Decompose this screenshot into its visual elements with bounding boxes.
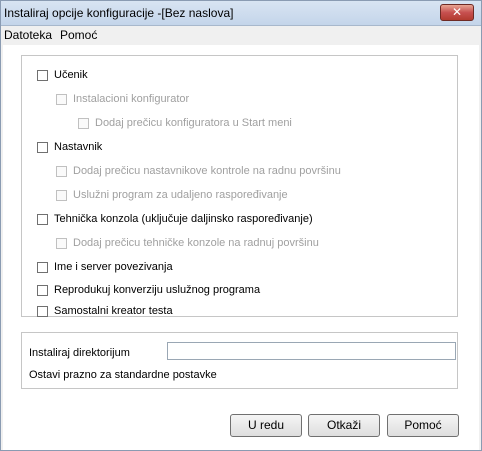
window-title: Instaliraj opcije konfiguracije -[Bez na… — [4, 6, 234, 20]
checkbox[interactable] — [37, 262, 48, 273]
checkbox[interactable] — [56, 166, 67, 177]
checkbox[interactable] — [78, 118, 89, 129]
checkbox[interactable] — [56, 94, 67, 105]
checkbox[interactable] — [37, 306, 48, 317]
ok-button[interactable]: U redu — [230, 414, 302, 437]
option-label: Dodaj prečicu nastavnikove kontrole na r… — [73, 165, 341, 177]
install-directory-label: Instaliraj direktorijum — [29, 347, 130, 359]
install-directory-hint: Ostavi prazno za standardne postavke — [29, 369, 217, 381]
close-button[interactable]: ✕ — [440, 4, 474, 21]
option-label: Dodaj prečicu tehničke konzole na radnuj… — [73, 237, 319, 249]
menu-bar: Datoteka Pomoć — [1, 26, 481, 44]
option-label: Samostalni kreator testa — [54, 305, 173, 317]
install-directory-input[interactable] — [167, 342, 456, 360]
options-group: Učenik Instalacioni konfigurator Dodaj p… — [21, 55, 458, 317]
option-label: Nastavnik — [54, 141, 103, 153]
checkbox[interactable] — [37, 70, 48, 81]
option-label: Reprodukuj konverziju uslužnog programa — [54, 284, 261, 296]
option-label: Učenik — [54, 69, 88, 81]
install-directory-group: Instaliraj direktorijum Ostavi prazno za… — [21, 332, 458, 389]
option-label: Dodaj prečicu konfiguratora u Start meni — [95, 117, 292, 129]
dialog-content: Učenik Instalacioni konfigurator Dodaj p… — [3, 45, 479, 450]
option-label: Tehnička konzola (uključuje daljinsko ra… — [54, 213, 313, 225]
menu-pomoc[interactable]: Pomoć — [60, 28, 97, 42]
option-label: Instalacioni konfigurator — [73, 93, 190, 105]
close-icon: ✕ — [451, 5, 463, 19]
cancel-button[interactable]: Otkaži — [308, 414, 380, 437]
configuration-window: Instaliraj opcije konfiguracije -[Bez na… — [0, 0, 482, 451]
checkbox[interactable] — [37, 142, 48, 153]
title-bar[interactable]: Instaliraj opcije konfiguracije -[Bez na… — [1, 1, 481, 26]
option-label: Uslužni program za udaljeno raspoređivan… — [73, 189, 288, 201]
option-label: Ime i server povezivanja — [54, 261, 173, 273]
checkbox[interactable] — [37, 285, 48, 296]
help-button[interactable]: Pomoć — [387, 414, 459, 437]
checkbox[interactable] — [56, 190, 67, 201]
menu-datoteka[interactable]: Datoteka — [4, 28, 52, 42]
checkbox[interactable] — [56, 238, 67, 249]
checkbox[interactable] — [37, 214, 48, 225]
